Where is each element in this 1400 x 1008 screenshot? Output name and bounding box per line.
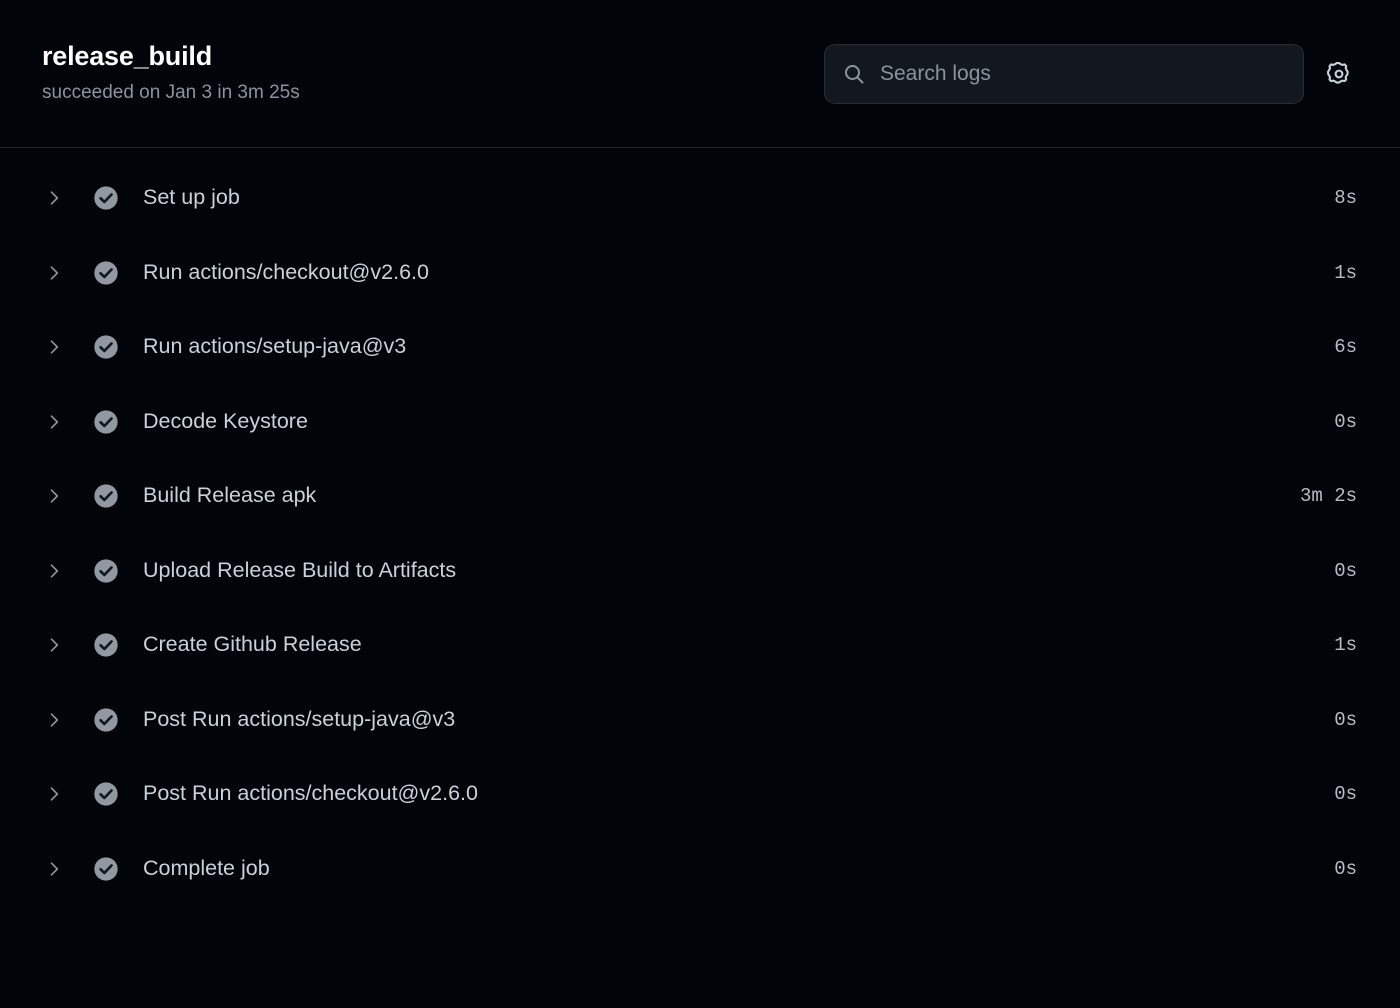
search-icon	[842, 62, 866, 86]
gear-icon	[1325, 60, 1353, 88]
step-duration: 0s	[1334, 783, 1357, 806]
step-duration: 6s	[1334, 336, 1357, 359]
chevron-right-icon[interactable]	[44, 337, 70, 357]
step-duration: 0s	[1334, 410, 1357, 433]
job-status-summary: succeeded on Jan 3 in 3m 25s	[42, 81, 300, 103]
status-success-icon	[92, 706, 120, 734]
step-duration: 1s	[1334, 261, 1357, 284]
step-name: Set up job	[143, 185, 240, 210]
chevron-right-icon[interactable]	[44, 486, 70, 506]
table-row[interactable]: Decode Keystore 0s	[0, 385, 1400, 460]
job-steps-list: Set up job 8s Run actions/checkout@v2.6.…	[0, 148, 1400, 1008]
table-row[interactable]: Upload Release Build to Artifacts 0s	[0, 534, 1400, 609]
step-name: Build Release apk	[143, 483, 317, 508]
table-row[interactable]: Create Github Release 1s	[0, 608, 1400, 683]
step-name: Post Run actions/setup-java@v3	[143, 706, 456, 731]
page-title: release_build	[42, 41, 212, 72]
status-success-icon	[92, 631, 120, 659]
settings-button[interactable]	[1318, 53, 1360, 95]
chevron-right-icon[interactable]	[44, 859, 70, 879]
status-success-icon	[92, 184, 120, 212]
step-name: Create Github Release	[143, 632, 362, 657]
step-name: Decode Keystore	[143, 408, 308, 433]
chevron-right-icon[interactable]	[44, 710, 70, 730]
step-duration: 0s	[1334, 857, 1357, 880]
step-duration: 0s	[1334, 559, 1357, 582]
step-name: Post Run actions/checkout@v2.6.0	[143, 781, 478, 806]
status-success-icon	[92, 408, 120, 436]
chevron-right-icon[interactable]	[44, 188, 70, 208]
job-header: release_build succeeded on Jan 3 in 3m 2…	[0, 0, 1400, 148]
table-row[interactable]: Run actions/setup-java@v3 6s	[0, 310, 1400, 385]
step-duration: 1s	[1334, 634, 1357, 657]
chevron-right-icon[interactable]	[44, 412, 70, 432]
chevron-right-icon[interactable]	[44, 561, 70, 581]
step-name: Run actions/setup-java@v3	[143, 334, 407, 359]
status-success-icon	[92, 482, 120, 510]
workflow-job-log-view: release_build succeeded on Jan 3 in 3m 2…	[0, 0, 1400, 1008]
chevron-right-icon[interactable]	[44, 635, 70, 655]
status-success-icon	[92, 780, 120, 808]
table-row[interactable]: Post Run actions/setup-java@v3 0s	[0, 683, 1400, 758]
status-success-icon	[92, 333, 120, 361]
step-name: Complete job	[143, 855, 270, 880]
step-duration: 8s	[1334, 187, 1357, 210]
job-header-text: release_build succeeded on Jan 3 in 3m 2…	[42, 42, 824, 104]
step-duration: 0s	[1334, 708, 1357, 731]
chevron-right-icon[interactable]	[44, 263, 70, 283]
status-success-icon	[92, 557, 120, 585]
header-actions	[824, 43, 1360, 104]
status-success-icon	[92, 855, 120, 883]
status-success-icon	[92, 259, 120, 287]
step-name: Run actions/checkout@v2.6.0	[143, 259, 429, 284]
step-name: Upload Release Build to Artifacts	[143, 557, 457, 582]
table-row[interactable]: Run actions/checkout@v2.6.0 1s	[0, 236, 1400, 311]
table-row[interactable]: Set up job 8s	[0, 161, 1400, 236]
table-row[interactable]: Build Release apk 3m 2s	[0, 459, 1400, 534]
table-row[interactable]: Post Run actions/checkout@v2.6.0 0s	[0, 757, 1400, 832]
table-row[interactable]: Complete job 0s	[0, 832, 1400, 907]
search-logs-box[interactable]	[824, 43, 1304, 104]
chevron-right-icon[interactable]	[44, 784, 70, 804]
step-duration: 3m 2s	[1299, 485, 1357, 508]
search-input[interactable]	[880, 61, 1287, 86]
